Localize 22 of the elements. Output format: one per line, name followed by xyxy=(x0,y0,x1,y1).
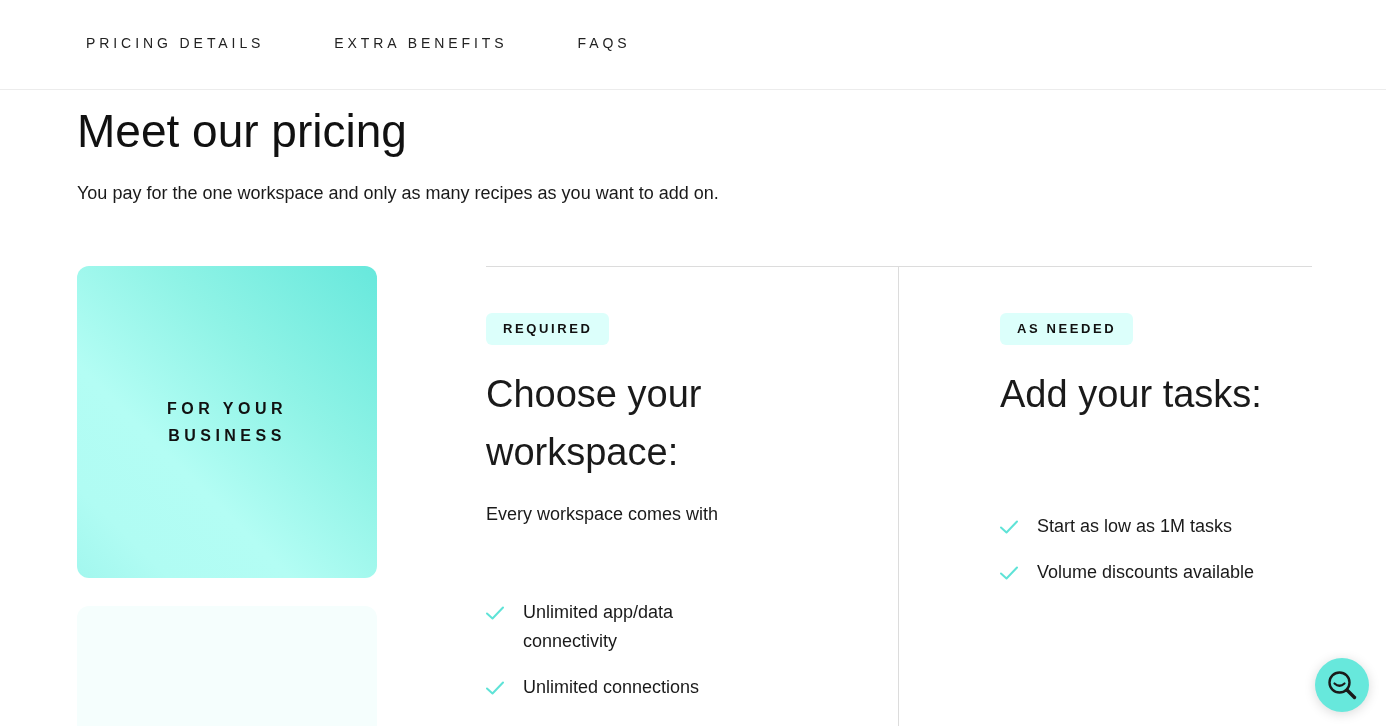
check-icon xyxy=(486,681,504,695)
page-title: Meet our pricing xyxy=(77,104,408,159)
column-description: Every workspace comes with xyxy=(486,503,720,526)
nav-link[interactable]: FAQS xyxy=(577,33,631,52)
check-icon xyxy=(1000,520,1018,534)
page-subtitle: You pay for the one workspace and only as many recipes as you want to add on. xyxy=(77,182,720,205)
feature-text: Unlimited connections xyxy=(523,676,701,699)
search-button[interactable] xyxy=(1315,658,1369,712)
feature-text: Unlimited app/data connectivity xyxy=(523,601,675,653)
check-icon xyxy=(1000,566,1018,580)
nav-link[interactable]: PRICING DETAILS xyxy=(86,33,265,52)
badge: REQUIRED xyxy=(486,313,610,345)
segment-card[interactable]: FOR YOUR BUSINESS xyxy=(77,266,377,578)
segment-label: FOR YOUR BUSINESS xyxy=(166,399,288,446)
check-icon xyxy=(486,606,504,620)
column-title: Choose your workspace: xyxy=(486,372,703,475)
nav-link[interactable]: EXTRA BENEFITS xyxy=(334,33,508,52)
search-icon xyxy=(1327,670,1357,700)
badge: AS NEEDED xyxy=(1000,313,1134,345)
column-title: Add your tasks: xyxy=(1000,372,1263,417)
feature-text: Start as low as 1M tasks xyxy=(1037,515,1234,538)
feature-text: Volume discounts available xyxy=(1037,561,1256,584)
